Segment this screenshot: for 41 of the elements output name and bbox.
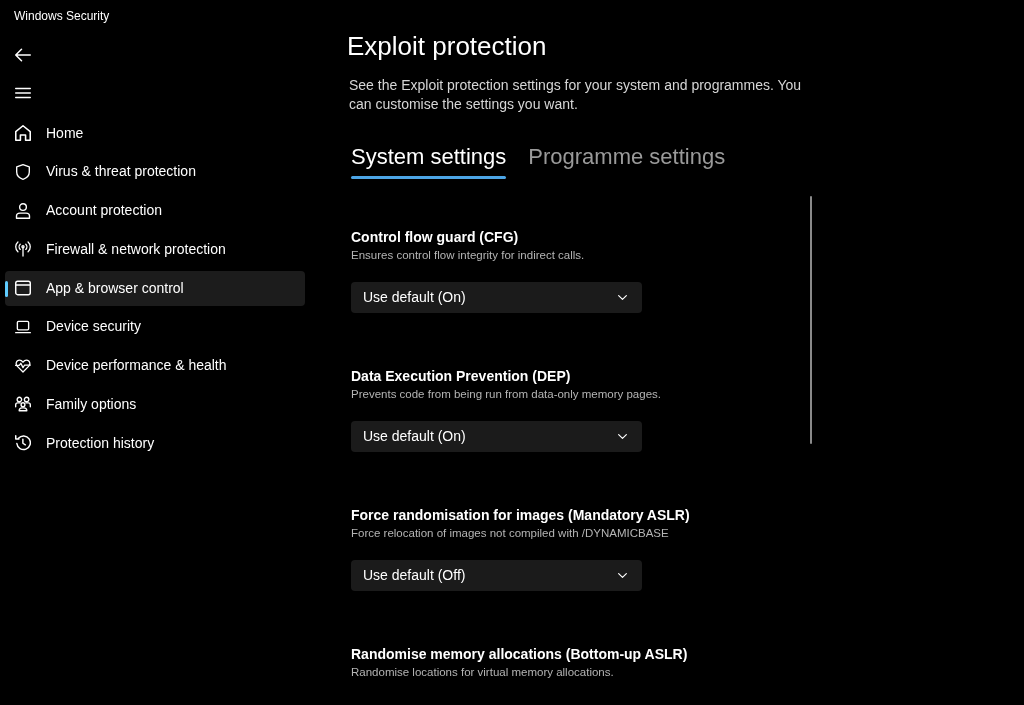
back-arrow-icon [15,47,31,63]
dropdown[interactable]: Use default (On) [351,420,642,452]
person-icon [15,202,31,219]
dropdown[interactable]: Use default (On) [351,281,642,313]
page-title: Exploit protection [347,32,548,60]
chevron-down-icon [618,294,627,300]
nav-item[interactable]: Virus & threat protection [5,154,305,190]
scrollbar-thumb[interactable] [810,195,812,444]
antenna-icon [15,241,31,258]
setting-title: Data Execution Prevention (DEP) [351,366,572,386]
setting-description: Force relocation of images not compiled with /DYNAMICBASE [351,525,670,541]
window-title: Windows Security [14,8,110,25]
chevron-down-icon [618,433,627,439]
nav-item[interactable]: Account protection [5,193,305,228]
setting-title: Randomise memory allocations (Bottom-up ASLR) [351,644,689,664]
heart-pulse-icon [15,357,31,374]
nav-item[interactable]: Protection history [5,425,305,461]
setting-description: Prevents code from being run from data-only memory pages. [351,386,662,402]
nav-item[interactable]: Family options [5,386,305,422]
setting-title: Control flow guard (CFG) [351,227,520,247]
shield-icon [15,163,31,180]
setting-description: Randomise locations for virtual memory allocations. [351,664,615,680]
dropdown[interactable]: Use default (Off) [351,559,642,591]
chevron-down-icon [618,572,627,578]
setting-title: Force randomisation for images (Mandatory ASLR) [351,505,691,525]
history-icon [15,435,31,451]
tab[interactable]: Programme settings [528,142,726,179]
setting-description: Ensures control flow integrity for indirect calls. [351,247,586,263]
browser-window-icon [15,280,31,296]
selection-indicator [5,280,8,297]
home-icon [15,125,31,141]
tab[interactable]: System settings [351,142,507,179]
page-description: See the Exploit protection settings for your system and programmes. You can customise the settings you want. [349,75,803,114]
nav-item[interactable]: Home [5,115,305,151]
menu-icon [15,85,31,101]
nav-item[interactable]: App & browser control [5,270,305,306]
nav-item[interactable]: Firewall & network protection [5,231,305,267]
nav-item[interactable]: Device performance & health [5,348,305,383]
people-icon [15,396,31,413]
laptop-icon [15,318,31,335]
nav-item[interactable]: Device security [5,309,305,345]
